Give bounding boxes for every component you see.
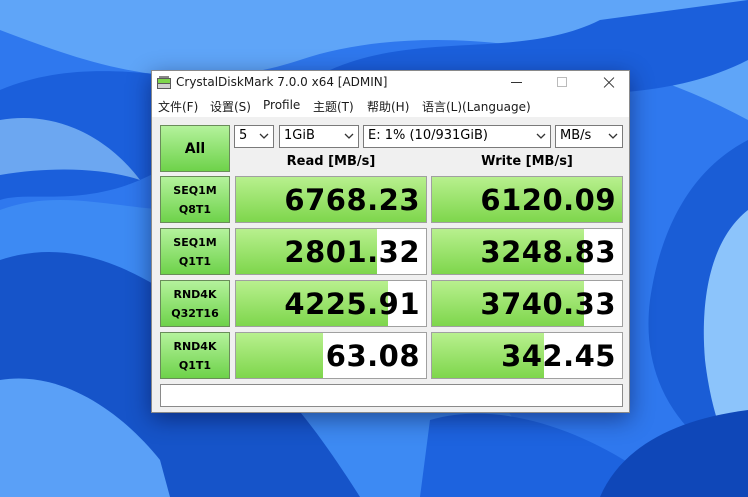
chevron-down-icon <box>259 133 269 139</box>
close-button[interactable] <box>589 71 629 95</box>
minimize-button[interactable] <box>497 71 537 95</box>
result-write-cell: 342.45 <box>431 332 623 379</box>
test-name-line2: Q32T16 <box>171 306 219 320</box>
chevron-down-icon <box>536 133 546 139</box>
read-bar-fill <box>236 333 324 378</box>
crystaldiskmark-window: CrystalDiskMark 7.0.0 x64 [ADMIN] 文件(F) … <box>151 70 630 413</box>
read-value: 4225.91 <box>284 287 420 321</box>
result-read-cell: 2801.32 <box>235 228 427 275</box>
test-count-select[interactable]: 5 <box>234 125 274 148</box>
result-write-cell: 3248.83 <box>431 228 623 275</box>
result-read-cell: 4225.91 <box>235 280 427 327</box>
window-title: CrystalDiskMark 7.0.0 x64 [ADMIN] <box>176 75 388 89</box>
test-size-select[interactable]: 1GiB <box>279 125 359 148</box>
write-value: 3248.83 <box>480 235 616 269</box>
menu-file[interactable]: 文件(F) <box>158 98 198 115</box>
read-header: Read [MB/s] <box>286 154 376 169</box>
drive-select[interactable]: E: 1% (10/931GiB) <box>363 125 551 148</box>
test-count-value: 5 <box>239 128 248 143</box>
menu-bar: 文件(F) 设置(S) Profile 主题(T) 帮助(H) 语言(L)(La… <box>152 95 629 117</box>
maximize-button[interactable] <box>543 71 583 95</box>
menu-theme[interactable]: 主题(T) <box>313 98 354 115</box>
menu-profile[interactable]: Profile <box>263 98 300 112</box>
read-value: 2801.32 <box>284 235 420 269</box>
comment-field[interactable] <box>160 384 623 407</box>
chevron-down-icon <box>344 133 354 139</box>
write-header: Write [MB/s] <box>481 154 573 169</box>
result-write-cell: 6120.09 <box>431 176 623 223</box>
test-name-line2: Q1T1 <box>178 358 212 372</box>
test-button-rnd4k-q32t16[interactable]: RND4K Q32T16 <box>160 280 230 327</box>
test-size-value: 1GiB <box>284 128 315 143</box>
drive-value: E: 1% (10/931GiB) <box>368 128 488 143</box>
test-name-line2: Q8T1 <box>178 202 212 216</box>
test-name-line1: SEQ1M <box>173 235 217 249</box>
write-value: 6120.09 <box>480 183 616 217</box>
unit-value: MB/s <box>560 128 592 143</box>
title-bar[interactable]: CrystalDiskMark 7.0.0 x64 [ADMIN] <box>152 71 629 95</box>
unit-select[interactable]: MB/s <box>555 125 623 148</box>
write-value: 342.45 <box>501 339 616 373</box>
result-read-cell: 63.08 <box>235 332 427 379</box>
test-name-line2: Q1T1 <box>178 254 212 268</box>
read-value: 63.08 <box>325 339 420 373</box>
all-button[interactable]: All <box>160 125 230 172</box>
write-value: 3740.33 <box>480 287 616 321</box>
menu-help[interactable]: 帮助(H) <box>367 98 409 115</box>
test-button-seq1m-q1t1[interactable]: SEQ1M Q1T1 <box>160 228 230 275</box>
chevron-down-icon <box>608 133 618 139</box>
test-button-rnd4k-q1t1[interactable]: RND4K Q1T1 <box>160 332 230 379</box>
test-name-line1: RND4K <box>173 287 217 301</box>
app-disk-icon <box>157 76 171 89</box>
test-name-line1: SEQ1M <box>173 183 217 197</box>
test-name-line1: RND4K <box>173 339 217 353</box>
result-write-cell: 3740.33 <box>431 280 623 327</box>
read-value: 6768.23 <box>284 183 420 217</box>
menu-language[interactable]: 语言(L)(Language) <box>422 98 531 115</box>
result-read-cell: 6768.23 <box>235 176 427 223</box>
test-button-seq1m-q8t1[interactable]: SEQ1M Q8T1 <box>160 176 230 223</box>
menu-settings[interactable]: 设置(S) <box>210 98 251 115</box>
